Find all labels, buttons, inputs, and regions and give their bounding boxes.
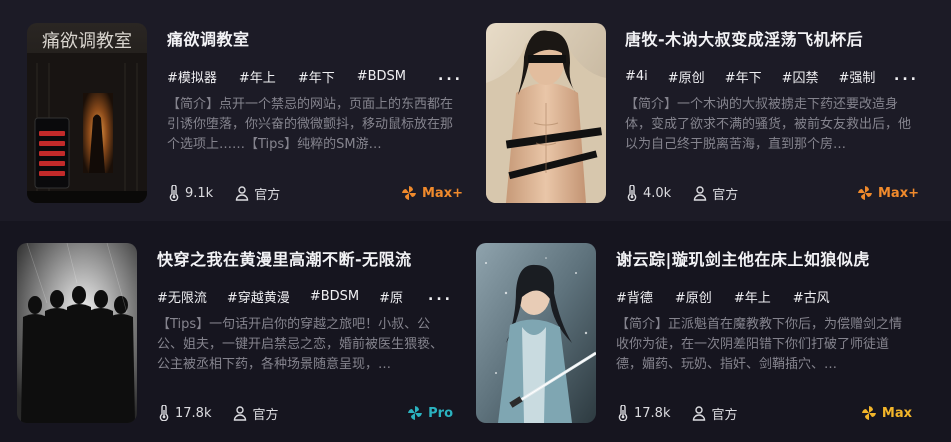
card-description: 【Tips】一句话开启你的穿越之旅吧！小叔、公公、姐夫，一键开启禁忌之恋，婚前被… <box>157 317 444 372</box>
tag[interactable]: #原创 <box>675 287 712 306</box>
more-tags-ellipsis[interactable]: ... <box>894 68 919 84</box>
story-card[interactable]: 唐牧-木讷大叔变成淫荡飞机杯后 #4i #原创 #年下 #囚禁 #强制 ... … <box>486 23 922 203</box>
heat-count: 4.0k <box>643 185 672 201</box>
card-meta: 17.8k 官方 Pro <box>157 403 453 423</box>
card-description: 【简介】一个木讷的大叔被掳走下药还要改造身体，变成了欲求不满的骚货，被前女友救出… <box>625 97 912 152</box>
tag-list: #4i #原创 #年下 #囚禁 #强制 ... <box>625 67 919 85</box>
cover-image[interactable]: 痛欲调教室 <box>27 23 147 203</box>
card-meta: 17.8k 官方 Max <box>616 403 912 423</box>
cover-image[interactable] <box>486 23 606 203</box>
tag[interactable]: #原创 <box>668 67 705 86</box>
tier-badge: Max+ <box>401 185 463 201</box>
tag[interactable]: #模拟器 <box>167 67 217 86</box>
thermometer-icon <box>616 405 630 421</box>
heat-count: 9.1k <box>185 185 214 201</box>
story-card[interactable]: 痛欲调教室 痛欲调教室 #模拟器 #年上 #年下 #BDSM ... 【简介】点… <box>27 23 463 203</box>
source-label: 官方 <box>712 187 739 203</box>
card-title[interactable]: 痛欲调教室 <box>167 26 463 50</box>
thermometer-icon <box>167 185 181 201</box>
cover-image[interactable] <box>17 243 137 423</box>
card-meta: 4.0k 官方 Max+ <box>625 183 919 203</box>
card-description: 【简介】点开一个禁忌的网站，页面上的东西都在引诱你堕落，你兴奋的微微颤抖，移动鼠… <box>167 97 454 152</box>
pinwheel-icon <box>861 406 876 420</box>
card-meta: 9.1k 官方 Max+ <box>167 183 463 203</box>
tag-list: #模拟器 #年上 #年下 #BDSM ... <box>167 67 463 85</box>
user-icon <box>692 405 706 421</box>
card-description: 【简介】正派魁首在魔教教下你后，为偿赠剑之情收你为徒，在一次阴差阳错下你们打破了… <box>616 317 903 372</box>
pinwheel-icon <box>858 186 872 200</box>
heat-count: 17.8k <box>634 405 671 421</box>
tag[interactable]: #年上 <box>239 67 276 86</box>
tier-label: Max+ <box>422 185 463 201</box>
story-card[interactable]: 谢云踪|璇玑剑主他在床上如狼似虎 #背德 #原创 #年上 #古风 【简介】正派魁… <box>476 243 912 423</box>
more-tags-ellipsis[interactable]: ... <box>438 68 463 84</box>
tier-badge: Max+ <box>857 185 919 201</box>
tier-label: Max+ <box>878 185 919 201</box>
tag[interactable]: #BDSM <box>310 289 359 304</box>
tag[interactable]: #BDSM <box>357 69 406 84</box>
cover-title-text: 痛欲调教室 <box>42 31 132 52</box>
tag-list: #背德 #原创 #年上 #古风 <box>616 287 912 306</box>
source-label: 官方 <box>254 187 281 203</box>
tier-badge: Pro <box>407 405 453 421</box>
tier-label: Max <box>881 405 912 421</box>
tag[interactable]: #年下 <box>298 67 335 86</box>
tag[interactable]: #年上 <box>734 287 771 306</box>
tag[interactable]: #年下 <box>725 67 762 86</box>
thermometer-icon <box>157 405 171 421</box>
source-label: 官方 <box>711 407 738 423</box>
pinwheel-icon <box>402 186 416 200</box>
source-label: 官方 <box>252 407 279 423</box>
user-icon <box>693 185 707 201</box>
tier-label: Pro <box>428 405 453 421</box>
more-tags-ellipsis[interactable]: ... <box>428 288 453 304</box>
card-title[interactable]: 唐牧-木讷大叔变成淫荡飞机杯后 <box>625 26 919 50</box>
card-title[interactable]: 谢云踪|璇玑剑主他在床上如狼似虎 <box>616 246 912 270</box>
user-icon <box>233 405 247 421</box>
heat-count: 17.8k <box>175 405 212 421</box>
pinwheel-icon <box>408 406 423 420</box>
thermometer-icon <box>625 185 639 201</box>
user-icon <box>235 185 249 201</box>
tag[interactable]: #穿越黄漫 <box>227 287 290 306</box>
tag[interactable]: #强制 <box>839 67 876 86</box>
tag[interactable]: #古风 <box>793 287 830 306</box>
tag[interactable]: #原 <box>379 287 403 306</box>
tag-list: #无限流 #穿越黄漫 #BDSM #原 ... <box>157 287 453 305</box>
tag[interactable]: #4i <box>625 69 648 84</box>
tag[interactable]: #囚禁 <box>782 67 819 86</box>
tag[interactable]: #背德 <box>616 287 653 306</box>
tag[interactable]: #无限流 <box>157 287 207 306</box>
card-title[interactable]: 快穿之我在黄漫里高潮不断-无限流 <box>157 246 453 270</box>
cover-image[interactable] <box>476 243 596 423</box>
story-card[interactable]: 快穿之我在黄漫里高潮不断-无限流 #无限流 #穿越黄漫 #BDSM #原 ...… <box>17 243 453 423</box>
tier-badge: Max <box>861 405 912 421</box>
